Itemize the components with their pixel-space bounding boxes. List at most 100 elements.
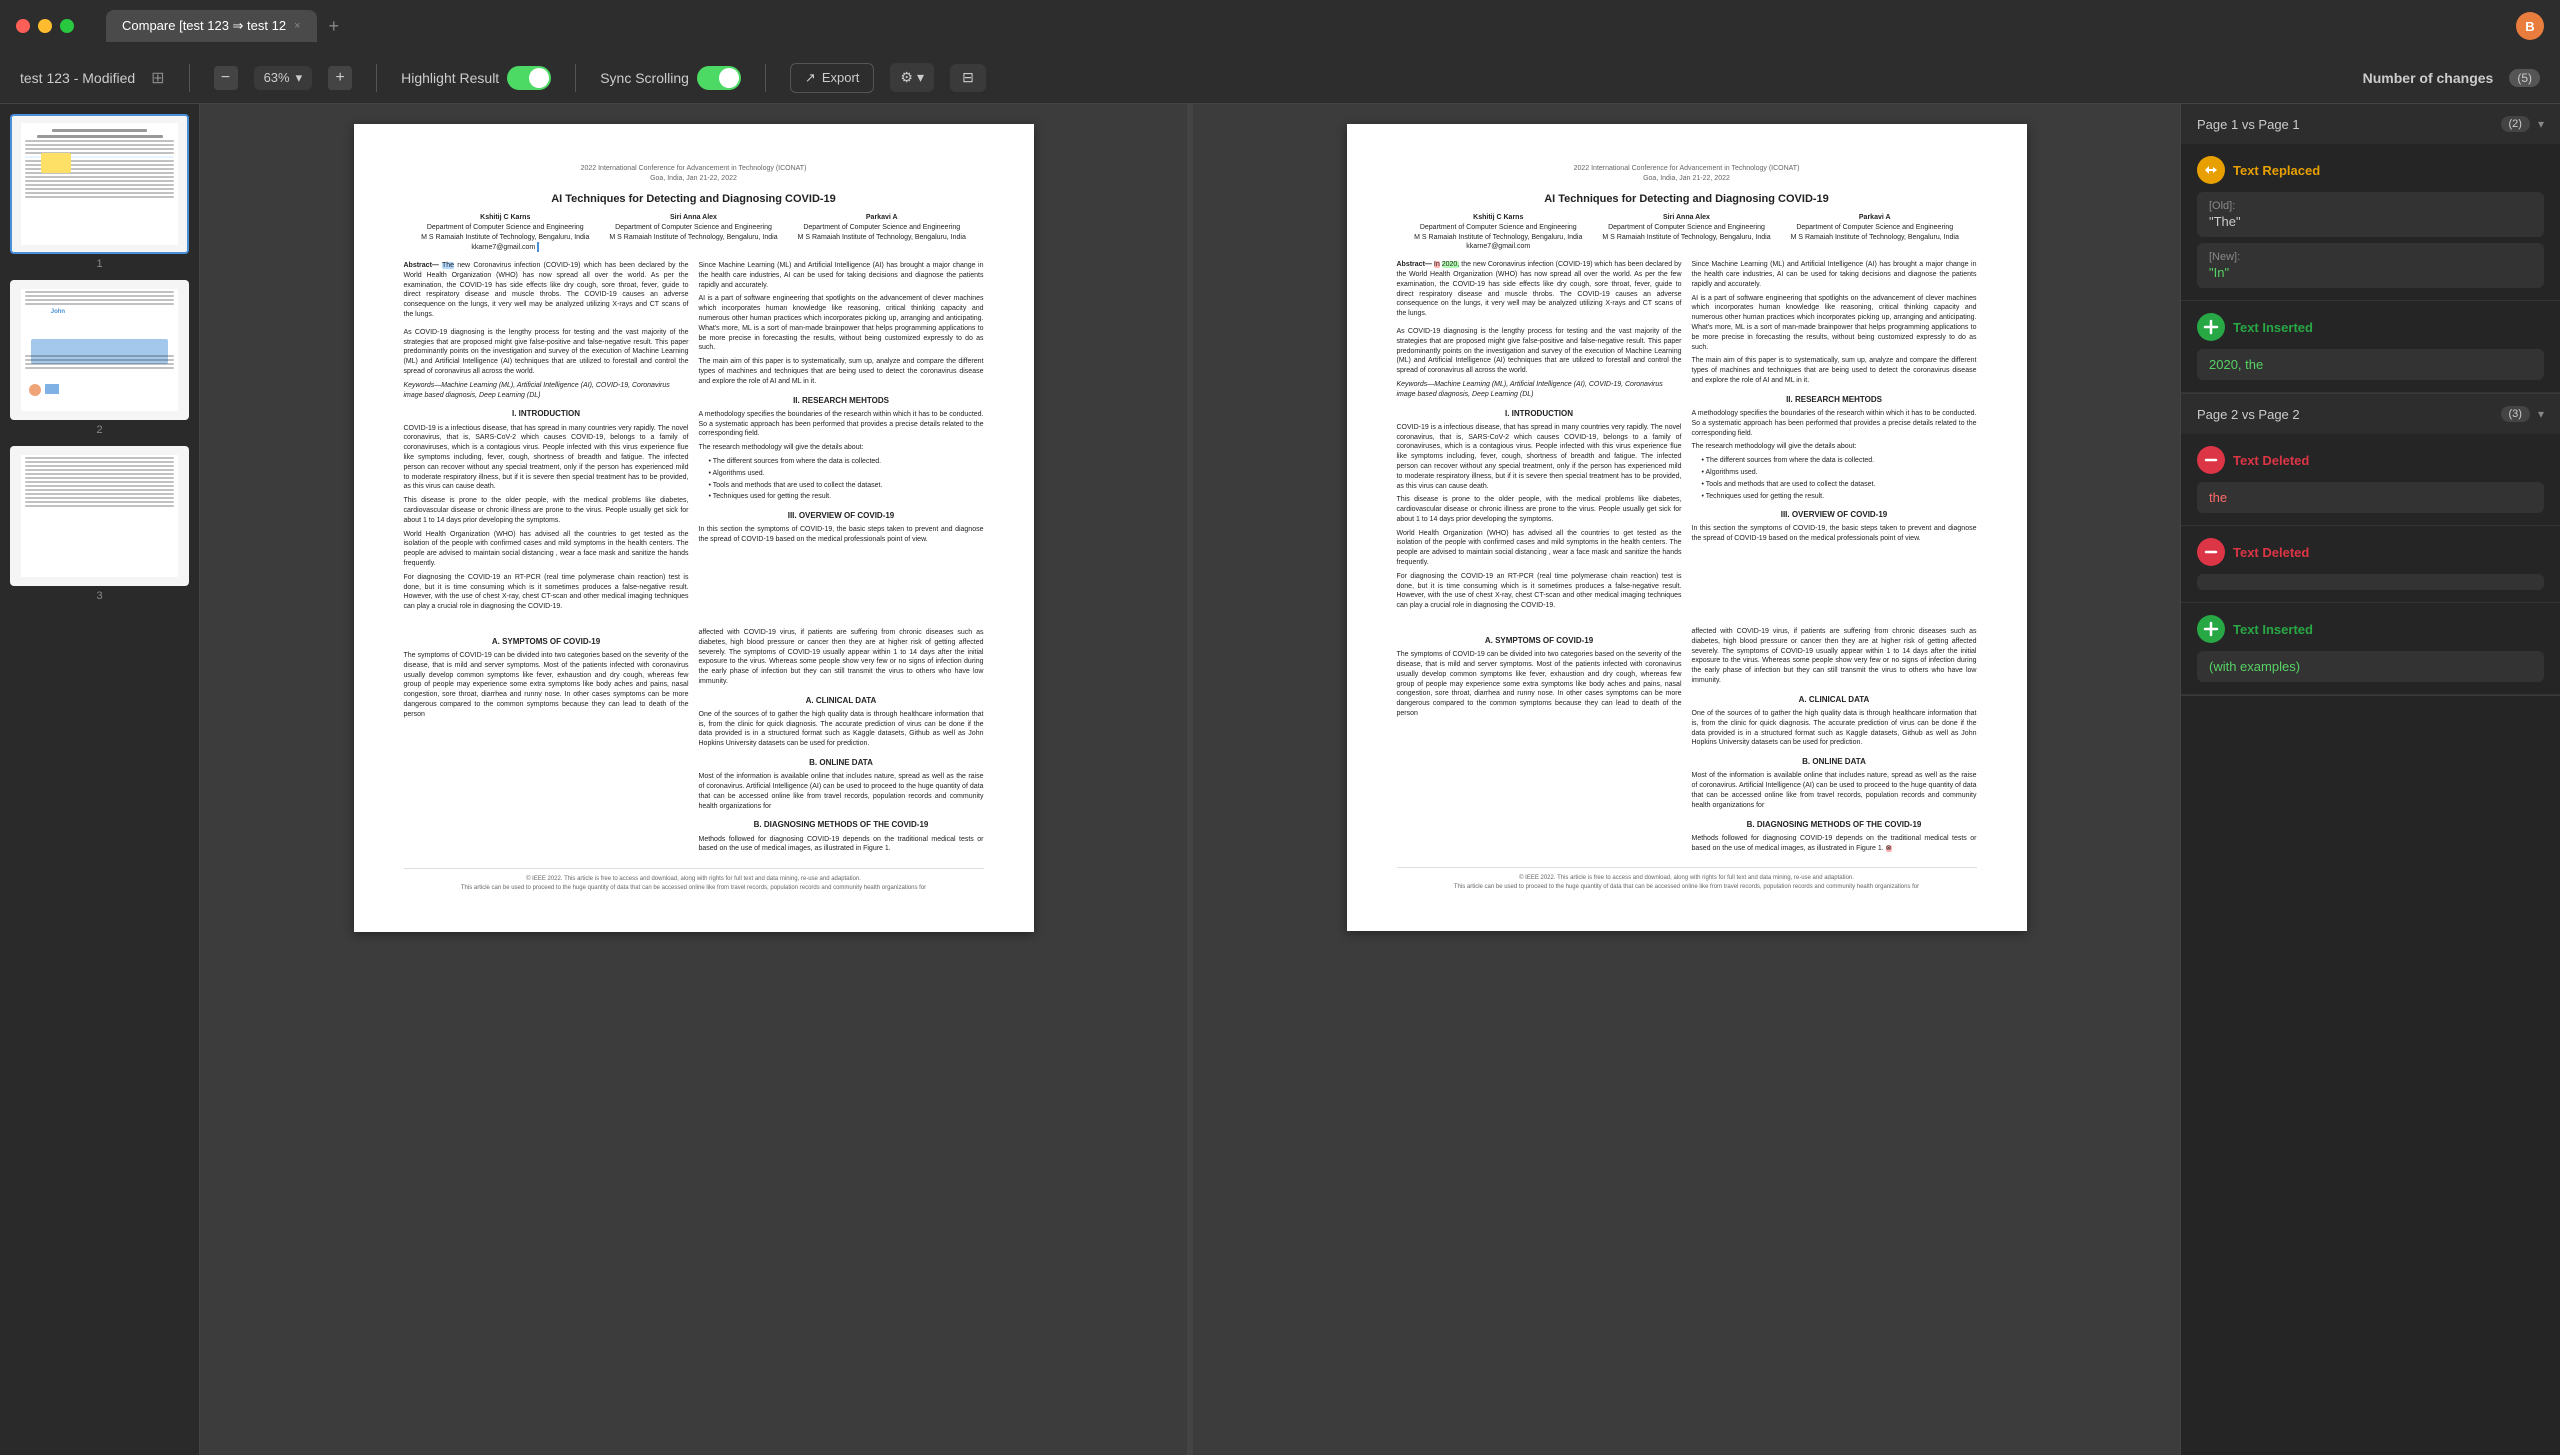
titlebar: Compare [test 123 ⇒ test 12 × + B — [0, 0, 2560, 52]
right-bullet-3: • Tools and methods that are used to col… — [1702, 480, 1977, 490]
thumbnail-page-1[interactable]: 1 — [10, 114, 189, 270]
section2-controls: (3) ▾ — [2501, 406, 2544, 422]
inserted-2-value: (with examples) — [2209, 659, 2532, 674]
right-section-research: II. RESEARCH MEHTODS — [1692, 394, 1977, 405]
maximize-traffic-light[interactable] — [60, 19, 74, 33]
tab-close-button[interactable]: × — [294, 20, 300, 32]
left-bullet-4: • Techniques used for getting the result… — [709, 492, 984, 502]
filter-chevron-icon: ▾ — [917, 69, 924, 86]
thumbnail-page-3[interactable]: 3 — [10, 446, 189, 602]
left-online-section: B. Online Data — [699, 757, 984, 768]
replaced-icon — [2197, 156, 2225, 184]
left-para-4: For diagnosing the COVID-19 an RT-PCR (r… — [404, 573, 689, 612]
right-col2-para2: AI is a part of software engineering tha… — [1692, 294, 1977, 353]
left-keywords: Keywords—Machine Learning (ML), Artifici… — [404, 381, 689, 401]
layers-icon: ⊞ — [151, 68, 164, 88]
left-section-intro: I. INTRODUCTION — [404, 408, 689, 419]
thumb-shapes — [29, 384, 59, 396]
change-inserted-2: Text Inserted (with examples) — [2181, 603, 2560, 695]
section2-header[interactable]: Page 2 vs Page 2 (3) ▾ — [2181, 394, 2560, 434]
chevron-down-icon: ▾ — [296, 70, 303, 86]
export-button[interactable]: ↗ Export — [790, 63, 874, 93]
tab-bar: Compare [test 123 ⇒ test 12 × + — [106, 10, 2504, 42]
toggle-knob — [529, 68, 549, 88]
zoom-out-button[interactable]: − — [214, 66, 238, 90]
section1-header[interactable]: Page 1 vs Page 1 (2) ▾ — [2181, 104, 2560, 144]
highlight-in: In — [1434, 261, 1440, 268]
change-deleted-2-header: Text Deleted — [2197, 538, 2544, 566]
left-abstract: Abstract— The new Coronavirus infection … — [404, 261, 689, 320]
old-value-detail: [Old]: "The" — [2197, 192, 2544, 237]
thumbnail-img-1 — [10, 114, 189, 254]
inserted-2-detail: (with examples) — [2197, 651, 2544, 682]
cursor — [537, 242, 539, 252]
minimize-traffic-light[interactable] — [38, 19, 52, 33]
right-research-para1: A methodology specifies the boundaries o… — [1692, 409, 1977, 438]
section2-title: Page 2 vs Page 2 — [2197, 407, 2300, 422]
filter-button[interactable]: ⚙ ▾ — [890, 63, 934, 92]
left-research-para1: A methodology specifies the boundaries o… — [699, 410, 984, 439]
inserted-icon-1 — [2197, 313, 2225, 341]
inserted-label-2: Text Inserted — [2233, 622, 2313, 637]
left-bullet-3: • Tools and methods that are used to col… — [709, 481, 984, 491]
left-col2-para2: AI is a part of software engineering tha… — [699, 294, 984, 353]
right-abstract: Abstract— In 2020, the new Coronavirus i… — [1397, 260, 1682, 319]
highlight-result-toggle[interactable] — [507, 66, 551, 90]
deleted-crossref: ⊗ — [1886, 845, 1892, 852]
traffic-lights — [16, 19, 74, 33]
left-online-para: Most of the information is available onl… — [699, 772, 984, 811]
right-para-3: World Health Organization (WHO) has advi… — [1397, 529, 1682, 568]
sync-scrolling-toggle[interactable] — [697, 66, 741, 90]
add-tab-button[interactable]: + — [321, 12, 348, 41]
active-tab[interactable]: Compare [test 123 ⇒ test 12 × — [106, 10, 317, 42]
left-section-overview: III. OVERVIEW OF COVID-19 — [699, 510, 984, 521]
right-doc-content: Abstract— In 2020, the new Coronavirus i… — [1397, 260, 1977, 615]
zoom-control[interactable]: 63% ▾ — [254, 66, 313, 90]
thumbnail-page-2[interactable]: John 2 — [10, 280, 189, 436]
panel-toggle-button[interactable]: ⊟ — [950, 64, 986, 92]
left-doc-title: AI Techniques for Detecting and Diagnosi… — [404, 192, 984, 207]
thumbnail-num-2: 2 — [10, 424, 189, 436]
section2-chevron-icon: ▾ — [2538, 407, 2544, 421]
number-of-changes-label: Number of changes — [2363, 70, 2494, 86]
left-para-2: This disease is prone to the older peopl… — [404, 496, 689, 525]
close-traffic-light[interactable] — [16, 19, 30, 33]
right-doc-authors: Kshitij C Karns Department of Computer S… — [1397, 213, 1977, 252]
right-page2-col1: A. Symptoms of COVID-19 The symptoms of … — [1397, 627, 1682, 857]
right-col2-para1: Since Machine Learning (ML) and Artifici… — [1692, 260, 1977, 289]
thumb-inner-1 — [21, 123, 179, 245]
left-page2-col2: affected with COVID-19 virus, if patient… — [699, 628, 984, 858]
filter-icon: ⚙ — [900, 69, 913, 86]
right-online-para: Most of the information is available onl… — [1692, 771, 1977, 810]
thumbnail-img-3 — [10, 446, 189, 586]
right-page2-col2-para: affected with COVID-19 virus, if patient… — [1692, 627, 1977, 686]
left-doc-viewer[interactable]: 2022 International Conference for Advanc… — [200, 104, 1187, 1455]
right-research-para2: The research methodology will give the d… — [1692, 442, 1977, 452]
changes-panel: Page 1 vs Page 1 (2) ▾ Text Replaced — [2180, 104, 2560, 1455]
right-doc-page-1: 2022 International Conference for Advanc… — [1347, 124, 2027, 931]
right-page2-col2: affected with COVID-19 virus, if patient… — [1692, 627, 1977, 857]
toolbar-separator-4 — [765, 64, 766, 92]
right-doc-viewer[interactable]: 2022 International Conference for Advanc… — [1193, 104, 2180, 1455]
tab-label: Compare [test 123 ⇒ test 12 — [122, 18, 286, 34]
thumb-rect-shape — [45, 384, 59, 394]
left-page2-col1: A. Symptoms of COVID-19 The symptoms of … — [404, 628, 689, 858]
inserted-icon-2 — [2197, 615, 2225, 643]
left-page2-content: A. Symptoms of COVID-19 The symptoms of … — [404, 628, 984, 858]
section1-title: Page 1 vs Page 1 — [2197, 117, 2300, 132]
right-section-intro: I. INTRODUCTION — [1397, 408, 1682, 419]
old-value: "The" — [2209, 214, 2532, 229]
zoom-in-button[interactable]: + — [328, 66, 352, 90]
changes-section-page1: Page 1 vs Page 1 (2) ▾ Text Replaced — [2181, 104, 2560, 394]
section1-badge: (2) — [2501, 116, 2530, 132]
doc-title-section: test 123 - Modified ⊞ — [20, 68, 165, 88]
deleted-icon-2 — [2197, 538, 2225, 566]
section1-controls: (2) ▾ — [2501, 116, 2544, 132]
highlight-result-group: Highlight Result — [401, 66, 551, 90]
zoom-level: 63% — [264, 70, 290, 85]
export-label: Export — [822, 70, 860, 85]
left-col2-para1: Since Machine Learning (ML) and Artifici… — [699, 261, 984, 290]
toolbar: test 123 - Modified ⊞ − 63% ▾ + Highligh… — [0, 52, 2560, 104]
change-inserted-1: Text Inserted 2020, the — [2181, 301, 2560, 393]
right-col-1: Abstract— In 2020, the new Coronavirus i… — [1397, 260, 1682, 615]
